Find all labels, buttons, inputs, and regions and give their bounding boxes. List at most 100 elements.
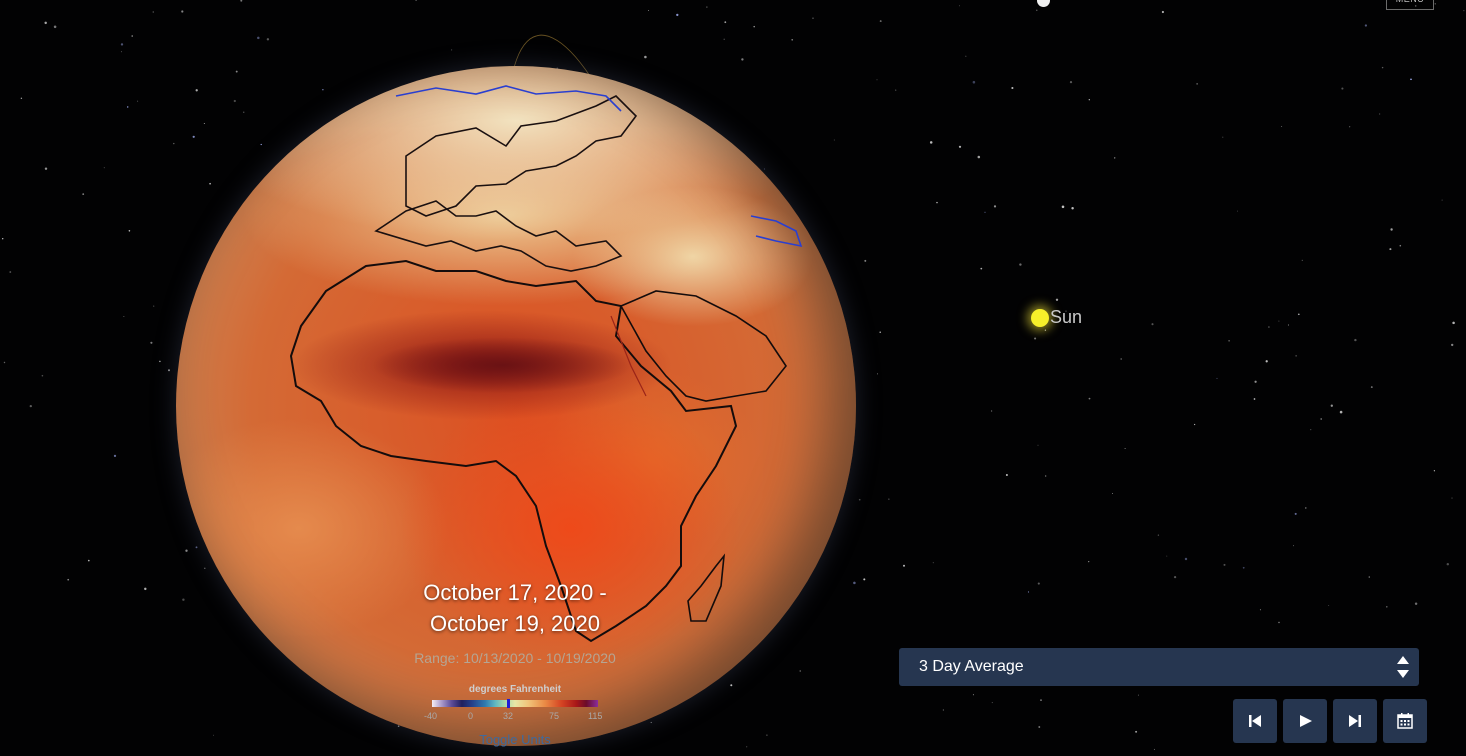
toggle-units-link[interactable]: Toggle Units bbox=[460, 732, 570, 747]
continent-outlines bbox=[289, 85, 803, 643]
play-button[interactable] bbox=[1283, 699, 1327, 743]
star bbox=[723, 38, 725, 40]
star bbox=[87, 559, 90, 562]
star bbox=[1088, 99, 1090, 101]
skip-forward-button[interactable] bbox=[1333, 699, 1377, 743]
star bbox=[791, 38, 794, 41]
star bbox=[895, 89, 897, 91]
freezing-marker bbox=[507, 699, 510, 708]
star bbox=[1320, 418, 1323, 420]
star bbox=[1310, 429, 1312, 431]
star bbox=[1044, 329, 1047, 331]
star bbox=[991, 702, 993, 704]
star bbox=[1196, 83, 1198, 85]
star bbox=[1237, 210, 1238, 212]
star bbox=[1451, 343, 1454, 347]
star bbox=[29, 404, 32, 408]
earth-globe[interactable] bbox=[176, 66, 856, 746]
star bbox=[936, 201, 938, 204]
star bbox=[1011, 86, 1014, 90]
star bbox=[1135, 730, 1138, 733]
star bbox=[1137, 694, 1139, 696]
date-line-start: October 17, 2020 - bbox=[423, 580, 607, 605]
star bbox=[888, 498, 890, 500]
star bbox=[1433, 470, 1436, 472]
star bbox=[1069, 81, 1073, 84]
star bbox=[1354, 338, 1357, 342]
star bbox=[1452, 321, 1455, 325]
star bbox=[1295, 355, 1297, 357]
legend-tick: 75 bbox=[549, 711, 560, 721]
star bbox=[858, 498, 861, 501]
star bbox=[20, 97, 23, 99]
star bbox=[3, 361, 6, 364]
skip-back-icon bbox=[1249, 715, 1261, 727]
star bbox=[1259, 609, 1261, 611]
legend-tick: 32 bbox=[503, 711, 514, 721]
star bbox=[1446, 562, 1450, 566]
legend-tick: -40 bbox=[424, 711, 438, 721]
star bbox=[1193, 423, 1196, 426]
sun-label[interactable]: Sun bbox=[1050, 307, 1082, 328]
star bbox=[1441, 199, 1443, 201]
star bbox=[1216, 377, 1218, 379]
average-select[interactable]: 3 Day Average bbox=[899, 648, 1419, 686]
star bbox=[1222, 136, 1224, 138]
star bbox=[103, 167, 105, 169]
star bbox=[1037, 582, 1040, 585]
star bbox=[647, 10, 649, 12]
star bbox=[1088, 397, 1091, 400]
star bbox=[131, 35, 133, 37]
star bbox=[150, 341, 153, 344]
star bbox=[1124, 447, 1126, 450]
star bbox=[1287, 324, 1289, 326]
star bbox=[932, 562, 934, 564]
star bbox=[1151, 323, 1154, 326]
star bbox=[120, 51, 123, 53]
star bbox=[1045, 475, 1047, 477]
star bbox=[1265, 360, 1268, 363]
star bbox=[1330, 404, 1333, 407]
star bbox=[1328, 604, 1330, 606]
star bbox=[864, 259, 867, 262]
star bbox=[1414, 602, 1418, 606]
menu-button[interactable]: MENU bbox=[1386, 0, 1434, 10]
star bbox=[1339, 410, 1343, 414]
star bbox=[153, 305, 155, 307]
legend-title: degrees Fahrenheit bbox=[468, 684, 562, 695]
star bbox=[1034, 337, 1037, 340]
star bbox=[2, 238, 4, 240]
star bbox=[257, 36, 260, 40]
star bbox=[1301, 259, 1303, 262]
select-arrows-icon bbox=[1397, 656, 1409, 678]
star bbox=[1055, 298, 1059, 301]
star bbox=[1281, 126, 1283, 127]
star bbox=[1111, 492, 1114, 495]
star bbox=[1254, 380, 1257, 383]
star bbox=[1088, 561, 1090, 563]
star bbox=[1036, 9, 1038, 11]
star bbox=[972, 80, 976, 84]
star bbox=[1184, 557, 1188, 561]
sun-marker[interactable] bbox=[1031, 309, 1049, 327]
star bbox=[706, 6, 708, 8]
star bbox=[1038, 726, 1041, 728]
skip-back-button[interactable] bbox=[1233, 699, 1277, 743]
star bbox=[929, 141, 933, 144]
star bbox=[1434, 3, 1436, 5]
star bbox=[980, 267, 983, 270]
star bbox=[984, 211, 986, 213]
star bbox=[1381, 66, 1384, 69]
star bbox=[9, 271, 12, 273]
star bbox=[1161, 10, 1164, 14]
temperature-colorbar bbox=[432, 700, 598, 707]
star bbox=[879, 20, 882, 23]
star bbox=[1223, 563, 1226, 566]
star bbox=[1278, 621, 1280, 624]
star bbox=[1341, 87, 1344, 90]
star bbox=[44, 167, 48, 170]
calendar-button[interactable] bbox=[1383, 699, 1427, 743]
star bbox=[126, 106, 129, 108]
star bbox=[1071, 207, 1074, 210]
star bbox=[1349, 126, 1351, 128]
